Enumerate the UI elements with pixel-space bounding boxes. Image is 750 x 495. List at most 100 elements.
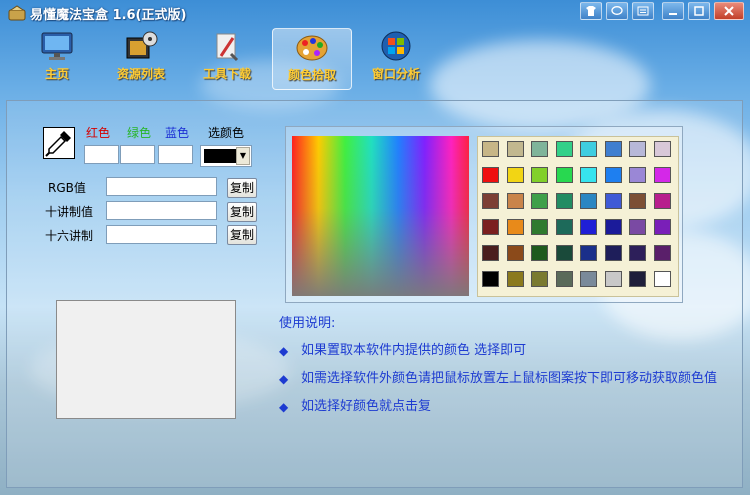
- instruction-text: 如选择好颜色就点击复: [301, 399, 432, 414]
- color-swatch[interactable]: [506, 245, 524, 261]
- color-swatch[interactable]: [555, 141, 573, 157]
- copy-decimal-button[interactable]: 复制: [227, 202, 257, 222]
- feedback-button[interactable]: [606, 2, 628, 20]
- color-swatch[interactable]: [604, 167, 622, 183]
- color-swatch[interactable]: [555, 167, 573, 183]
- color-swatch[interactable]: [506, 141, 524, 157]
- color-swatch[interactable]: [653, 219, 671, 235]
- instruction-item: ◆ 如选择好颜色就点击复: [279, 399, 741, 415]
- tool-resources[interactable]: 资源列表: [101, 28, 181, 90]
- chevron-down-icon: ▼: [236, 147, 250, 165]
- color-swatch[interactable]: [555, 245, 573, 261]
- color-swatch[interactable]: [580, 167, 597, 183]
- tool-window-analysis[interactable]: 窗口分析: [356, 28, 436, 90]
- green-field[interactable]: [120, 145, 155, 164]
- maximize-button[interactable]: [688, 2, 710, 20]
- selected-color-swatch: [204, 149, 236, 163]
- copy-hex-button[interactable]: 复制: [227, 225, 257, 245]
- color-dropdown[interactable]: ▼: [200, 145, 252, 167]
- eyedropper-icon: [45, 131, 71, 157]
- menu-button[interactable]: [632, 2, 654, 20]
- color-swatch[interactable]: [604, 141, 622, 157]
- copy-rgb-button[interactable]: 复制: [227, 178, 257, 198]
- color-swatch[interactable]: [580, 219, 597, 235]
- color-swatch[interactable]: [629, 271, 646, 287]
- color-swatch[interactable]: [531, 141, 548, 157]
- tool-download-label: 工具下载: [202, 67, 251, 81]
- swatch-grid: [477, 136, 679, 297]
- color-swatch[interactable]: [555, 193, 573, 209]
- blue-field[interactable]: [158, 145, 193, 164]
- color-swatch[interactable]: [482, 167, 499, 183]
- color-swatch[interactable]: [580, 193, 597, 209]
- color-swatch[interactable]: [580, 271, 597, 287]
- color-swatch[interactable]: [531, 167, 548, 183]
- main-toolbar: 主页 资源列表 工具下载 颜色拾取 窗口分析: [0, 26, 750, 96]
- color-swatch[interactable]: [506, 271, 524, 287]
- color-swatch[interactable]: [629, 141, 646, 157]
- instruction-text: 如果置取本软件内提供的颜色 选择即可: [301, 343, 527, 358]
- color-swatch[interactable]: [653, 141, 671, 157]
- palette-icon: [296, 35, 328, 61]
- color-swatch[interactable]: [555, 219, 573, 235]
- color-swatch[interactable]: [482, 245, 499, 261]
- color-spectrum[interactable]: [292, 136, 469, 296]
- color-swatch[interactable]: [653, 245, 671, 261]
- instructions: 使用说明: ◆ 如果置取本软件内提供的颜色 选择即可 ◆ 如需选择软件外颜色请把…: [279, 312, 741, 415]
- maximize-icon: [694, 6, 704, 16]
- chat-icon: [611, 6, 623, 15]
- tool-home[interactable]: 主页: [17, 28, 97, 90]
- color-swatch[interactable]: [482, 271, 499, 287]
- hex-value-field[interactable]: [106, 225, 217, 244]
- monitor-icon: [41, 32, 73, 60]
- tool-resources-label: 资源列表: [116, 67, 165, 81]
- instruction-item: ◆ 如果置取本软件内提供的颜色 选择即可: [279, 343, 741, 359]
- decimal-value-field[interactable]: [106, 201, 217, 220]
- color-swatch[interactable]: [653, 193, 671, 209]
- color-swatch[interactable]: [604, 271, 622, 287]
- color-swatch[interactable]: [555, 271, 573, 287]
- tool-color-picker[interactable]: 颜色拾取: [272, 28, 352, 90]
- tool-home-label: 主页: [44, 67, 69, 81]
- close-icon: [724, 6, 734, 16]
- color-swatch[interactable]: [482, 219, 499, 235]
- eyedropper-button[interactable]: [43, 127, 75, 159]
- red-label: 红色: [86, 126, 111, 140]
- color-swatch[interactable]: [580, 141, 597, 157]
- color-swatch[interactable]: [482, 193, 499, 209]
- color-swatch[interactable]: [506, 193, 524, 209]
- minimize-button[interactable]: [662, 2, 684, 20]
- color-swatch[interactable]: [506, 219, 524, 235]
- color-swatch[interactable]: [531, 219, 548, 235]
- rgb-value-field[interactable]: [106, 177, 217, 196]
- color-swatch[interactable]: [482, 141, 499, 157]
- color-swatch[interactable]: [506, 167, 524, 183]
- tool-download[interactable]: 工具下载: [187, 28, 267, 90]
- color-swatch[interactable]: [653, 167, 671, 183]
- app-window: 易懂魔法宝盒 1.6(正式版) 主页 资源列表 工具下载 颜色拾取 窗口分析 红…: [0, 0, 750, 495]
- color-swatch[interactable]: [531, 271, 548, 287]
- shirt-icon: [586, 6, 596, 16]
- color-swatch[interactable]: [580, 245, 597, 261]
- color-swatch[interactable]: [531, 245, 548, 261]
- color-swatch[interactable]: [629, 193, 646, 209]
- color-swatch[interactable]: [629, 219, 646, 235]
- close-button[interactable]: [714, 2, 744, 20]
- windows-orb-icon: [381, 31, 411, 61]
- color-preview: [56, 300, 236, 419]
- blue-label: 蓝色: [165, 126, 190, 140]
- color-swatch[interactable]: [531, 193, 548, 209]
- color-swatch[interactable]: [653, 271, 671, 287]
- skin-button[interactable]: [580, 2, 602, 20]
- color-swatch[interactable]: [629, 167, 646, 183]
- color-swatch[interactable]: [629, 245, 646, 261]
- hex-label: 十六讲制: [45, 229, 94, 243]
- color-swatch[interactable]: [604, 245, 622, 261]
- menu-icon: [637, 6, 649, 16]
- window-title: 易懂魔法宝盒 1.6(正式版): [30, 8, 187, 23]
- color-swatch[interactable]: [604, 193, 622, 209]
- green-label: 绿色: [127, 126, 152, 140]
- color-swatch[interactable]: [604, 219, 622, 235]
- app-logo-icon: [8, 5, 26, 21]
- red-field[interactable]: [84, 145, 119, 164]
